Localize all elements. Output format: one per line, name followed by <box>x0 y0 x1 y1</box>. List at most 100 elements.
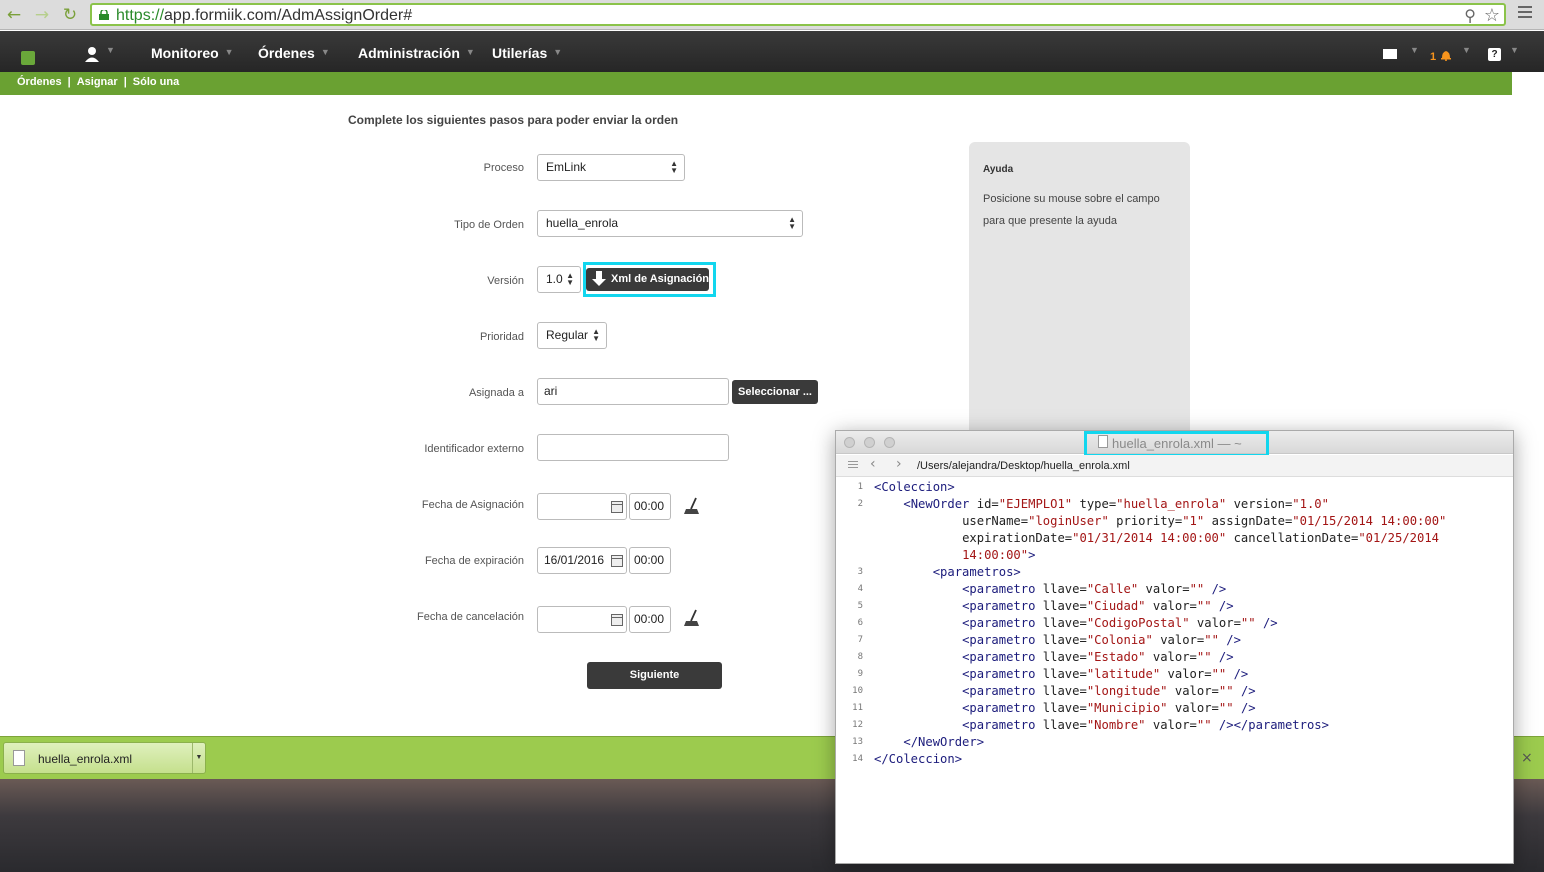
calendar-icon[interactable] <box>611 501 623 513</box>
line-code: <NewOrder id="EJEMPLO1" type="huella_enr… <box>903 497 1329 511</box>
app-logo[interactable] <box>21 51 35 65</box>
nav-ordenes[interactable]: Órdenes ▼ <box>258 45 330 61</box>
editor-pathbar: ‹ › /Users/alejandra/Desktop/huella_enro… <box>836 455 1513 477</box>
xml-asignacion-button[interactable]: Xml de Asignación <box>586 268 709 291</box>
help-text: Posicione su mouse sobre el campo para q… <box>983 193 1160 227</box>
code-area[interactable]: 1 <Coleccion> 2 <NewOrder id="EJEMPLO1" ty… <box>836 479 1513 863</box>
line-number: 7 <box>857 635 863 645</box>
browser-menu-icon[interactable] <box>1518 6 1532 20</box>
line-code: <parametro llave="CodigoPostal" valor=""… <box>962 616 1278 630</box>
seleccionar-button[interactable]: Seleccionar ... <box>732 380 818 404</box>
line-code: </Coleccion> <box>874 752 963 766</box>
nav-monitoreo[interactable]: Monitoreo ▼ <box>151 45 234 61</box>
list-menu-icon[interactable] <box>848 461 858 471</box>
zoom-icon[interactable]: ⚲ <box>1464 6 1476 25</box>
fecha-expiracion-date: 16/01/2016 <box>544 553 605 567</box>
line-number: 13 <box>852 737 863 747</box>
chevron-right-icon[interactable]: › <box>896 456 902 472</box>
tipo-orden-select[interactable]: huella_enrola ▲ ▼ <box>537 210 803 237</box>
file-path: /Users/alejandra/Desktop/huella_enrola.x… <box>917 460 1130 472</box>
clear-broom-icon[interactable] <box>682 608 702 628</box>
forward-icon[interactable]: → <box>32 5 52 25</box>
close-icon[interactable]: × <box>1521 750 1533 766</box>
bell-icon[interactable] <box>1440 49 1452 61</box>
help-icon[interactable]: ? <box>1488 48 1501 61</box>
fecha-cancelacion-time-input[interactable]: 00:00 <box>629 606 671 633</box>
proceso-select[interactable]: EmLink ▲ ▼ <box>537 154 685 181</box>
breadcrumb-separator: | <box>67 76 71 88</box>
breadcrumb-asignar[interactable]: Asignar <box>77 76 118 88</box>
line-number: 9 <box>857 669 863 679</box>
line-code: <parametro llave="Ciudad" valor="" /> <box>962 599 1234 613</box>
line-code: <parametro llave="latitude" valor="" /> <box>962 667 1249 681</box>
breadcrumb-separator: | <box>123 76 127 88</box>
minimize-window-icon[interactable] <box>864 437 875 448</box>
zoom-window-icon[interactable] <box>884 437 895 448</box>
select-arrows-icon: ▲ ▼ <box>670 159 678 175</box>
breadcrumb-ordenes[interactable]: Órdenes <box>17 76 62 88</box>
breadcrumb-solo-una[interactable]: Sólo una <box>133 76 179 88</box>
fecha-asignacion-time-input[interactable]: 00:00 <box>629 493 671 520</box>
address-bar[interactable]: https://app.formiik.com/AdmAssignOrder# … <box>90 3 1506 26</box>
mail-icon[interactable] <box>1383 49 1397 59</box>
user-icon[interactable] <box>84 46 100 62</box>
reload-icon[interactable]: ↻ <box>60 5 80 25</box>
asignada-label: Asignada a <box>468 387 524 399</box>
line-number: 5 <box>857 601 863 611</box>
url-text: https://app.formiik.com/AdmAssignOrder# <box>116 6 412 25</box>
nav-administracion[interactable]: Administración ▼ <box>358 45 475 61</box>
help-caret-icon[interactable]: ▼ <box>1510 45 1519 55</box>
clear-broom-icon[interactable] <box>682 496 702 516</box>
calendar-icon[interactable] <box>611 555 623 567</box>
mail-caret-icon[interactable]: ▼ <box>1410 45 1419 55</box>
notification-caret-icon[interactable]: ▼ <box>1462 45 1471 55</box>
download-icon <box>592 271 606 286</box>
identificador-input[interactable] <box>537 434 729 461</box>
calendar-icon[interactable] <box>611 614 623 626</box>
chevron-down-icon: ▼ <box>465 47 475 57</box>
version-select[interactable]: 1.0 ▲ ▼ <box>537 266 581 293</box>
chevron-down-icon: ▼ <box>224 47 234 57</box>
siguiente-button[interactable]: Siguiente <box>587 662 722 689</box>
asignada-input[interactable]: ari <box>537 378 729 405</box>
version-label: Versión <box>487 275 524 287</box>
select-arrows-icon: ▲ ▼ <box>566 271 574 287</box>
line-code: <Coleccion> <box>874 480 955 494</box>
notification-count: 1 <box>1430 51 1437 63</box>
select-arrows-icon: ▲ ▼ <box>592 327 600 343</box>
line-code: </NewOrder> <box>903 735 985 749</box>
editor-titlebar[interactable]: huella_enrola.xml — ~ <box>836 431 1513 457</box>
tipo-orden-label: Tipo de Orden <box>454 219 524 231</box>
browser-toolbar: ← → ↻ https://app.formiik.com/AdmAssignO… <box>0 0 1544 30</box>
back-icon[interactable]: ← <box>4 5 24 25</box>
breadcrumb-bar: Órdenes | Asignar | Sólo una <box>0 72 1544 95</box>
nav-ordenes-label: Órdenes <box>258 45 315 61</box>
line-number: 2 <box>857 499 863 509</box>
chevron-left-icon[interactable]: ‹ <box>870 456 876 472</box>
prioridad-value: Regular <box>546 328 589 342</box>
proceso-value: EmLink <box>546 160 587 174</box>
lock-icon <box>99 10 109 20</box>
url-path: app.formiik.com/AdmAssignOrder# <box>164 7 413 24</box>
app-navbar: ▼ Monitoreo ▼ Órdenes ▼ Administración ▼ Ut… <box>0 31 1544 72</box>
line-number: 3 <box>857 567 863 577</box>
user-caret-icon[interactable]: ▼ <box>106 45 115 55</box>
close-window-icon[interactable] <box>844 437 855 448</box>
line-code: <parametro llave="Municipio" valor="" /> <box>962 701 1256 715</box>
line-number: 11 <box>852 703 863 713</box>
select-arrows-icon: ▲ ▼ <box>788 215 796 231</box>
fecha-expiracion-time-input[interactable]: 00:00 <box>629 547 671 574</box>
fecha-expiracion-date-input[interactable]: 16/01/2016 <box>537 547 627 574</box>
prioridad-label: Prioridad <box>479 331 524 343</box>
line-code: expirationDate="01/31/2014 14:00:00" can… <box>962 531 1440 545</box>
bookmark-star-icon[interactable]: ☆ <box>1484 5 1500 26</box>
fecha-asignacion-date-input[interactable] <box>537 493 627 520</box>
url-scheme: https:// <box>116 7 165 24</box>
download-item[interactable]: huella_enrola.xml ▼ <box>3 742 206 774</box>
prioridad-select[interactable]: Regular ▲ ▼ <box>537 322 607 349</box>
line-number: 14 <box>852 754 863 764</box>
fecha-cancelacion-date-input[interactable] <box>537 606 627 633</box>
download-menu-icon[interactable]: ▼ <box>192 743 205 773</box>
nav-utilerias[interactable]: Utilerías ▼ <box>492 45 562 61</box>
nav-administracion-label: Administración <box>358 45 460 61</box>
